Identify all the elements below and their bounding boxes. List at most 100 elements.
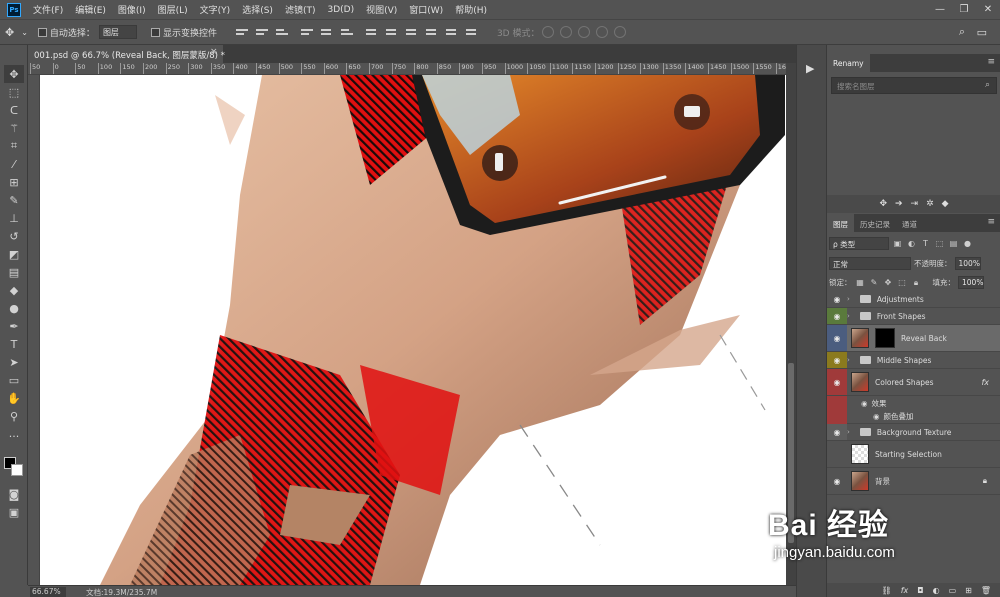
align-vcenter-icon[interactable]	[255, 26, 270, 38]
move-tool-icon[interactable]: ✥	[0, 26, 19, 39]
panel-menu-icon[interactable]: ≡	[987, 217, 995, 227]
eyedropper-tool-icon[interactable]: ⁄	[4, 155, 24, 173]
menu-select[interactable]: 选择(S)	[236, 3, 279, 16]
close-tab-icon[interactable]: ×	[210, 47, 218, 57]
layer-mask-thumbnail[interactable]	[875, 328, 895, 348]
visibility-eye-icon[interactable]: ◉	[827, 352, 847, 368]
filter-toggle-icon[interactable]: ●	[962, 238, 973, 249]
marquee-tool-icon[interactable]: ⬚	[4, 83, 24, 101]
search-icon[interactable]: ⌕	[954, 25, 970, 39]
quick-mask-icon[interactable]: ◙	[4, 485, 24, 503]
layer-row-front-shapes[interactable]: ◉ › Front Shapes	[827, 308, 1000, 325]
lasso-tool-icon[interactable]: ᑕ	[4, 101, 24, 119]
renamy-search-input[interactable]: 搜索名图层 ⌕	[831, 77, 997, 94]
brush-settings-icon[interactable]: ✥	[879, 199, 887, 209]
document-canvas[interactable]	[40, 75, 786, 585]
menu-window[interactable]: 窗口(W)	[403, 3, 449, 16]
close-icon[interactable]: ✕	[976, 0, 1000, 19]
expand-chevron-icon[interactable]: ›	[847, 356, 850, 364]
pen-tool-icon[interactable]: ✒	[4, 317, 24, 335]
blend-mode-dropdown[interactable]: 正常	[829, 257, 911, 270]
minimize-icon[interactable]: —	[928, 0, 952, 19]
layer-row-background[interactable]: ◉ 背景 🔒︎	[827, 468, 1000, 495]
chevron-down-icon[interactable]: ⌄	[19, 28, 30, 37]
expand-chevron-icon[interactable]: ›	[847, 312, 850, 320]
filter-adjust-icon[interactable]: ◐	[906, 238, 917, 249]
show-transform-checkbox[interactable]	[150, 27, 160, 37]
menu-view[interactable]: 视图(V)	[360, 3, 403, 16]
lock-brush-icon[interactable]: ✎	[869, 277, 880, 288]
settings-gear-icon[interactable]: ✲	[926, 199, 934, 209]
document-tab[interactable]: 001.psd @ 66.7% (Reveal Back, 图层蒙版/8) * …	[28, 45, 225, 63]
align-hcenter-icon[interactable]	[320, 26, 335, 38]
brush-tool-icon[interactable]: ✎	[4, 191, 24, 209]
visibility-eye-icon[interactable]: ◉	[827, 468, 847, 494]
styles-icon[interactable]: ◆	[942, 199, 949, 209]
distribute-top-icon[interactable]	[365, 26, 380, 38]
healing-brush-tool-icon[interactable]: ⊞	[4, 173, 24, 191]
menu-filter[interactable]: 滤镜(T)	[279, 3, 322, 16]
visibility-eye-icon[interactable]: ◉	[827, 369, 847, 395]
3d-rotate-icon[interactable]	[542, 26, 555, 38]
tab-renamy[interactable]: Renamy	[827, 54, 870, 72]
magic-wand-tool-icon[interactable]: ⚚	[4, 119, 24, 137]
layer-row-starting-selection[interactable]: ◉ Starting Selection	[827, 441, 1000, 468]
lock-move-icon[interactable]: ✥	[883, 277, 894, 288]
type-tool-icon[interactable]: T	[4, 335, 24, 353]
blur-tool-icon[interactable]: ◆	[4, 281, 24, 299]
3d-scale-icon[interactable]	[614, 26, 627, 38]
menu-3d[interactable]: 3D(D)	[321, 5, 360, 15]
auto-select-checkbox[interactable]	[37, 27, 47, 37]
menu-file[interactable]: 文件(F)	[27, 3, 69, 16]
zoom-tool-icon[interactable]: ⚲	[4, 407, 24, 425]
lock-artboard-icon[interactable]: ⬚	[897, 277, 908, 288]
new-layer-icon[interactable]: ⊞	[965, 586, 972, 595]
link-layers-icon[interactable]: ⛓	[882, 586, 892, 595]
layer-row-middle-shapes[interactable]: ◉ › Middle Shapes	[827, 352, 1000, 369]
visibility-eye-icon[interactable]: ◉	[827, 441, 847, 467]
align-left-icon[interactable]	[300, 26, 315, 38]
filter-pixel-icon[interactable]: ▣	[892, 238, 903, 249]
color-overlay-row[interactable]: ◉ 颜色叠加	[827, 410, 1000, 424]
search-icon[interactable]: ⌕	[985, 80, 990, 90]
distribute-vcenter-icon[interactable]	[385, 26, 400, 38]
align-bottom-icon[interactable]	[275, 26, 290, 38]
menu-help[interactable]: 帮助(H)	[449, 3, 493, 16]
filter-type-icon[interactable]: T	[920, 238, 931, 249]
play-icon[interactable]: ▶	[806, 62, 814, 75]
tab-history[interactable]: 历史记录	[854, 214, 896, 232]
adjustment-layer-icon[interactable]: ◐	[933, 586, 940, 595]
effect-eye-icon[interactable]: ◉	[861, 399, 868, 408]
distribute-left-icon[interactable]	[425, 26, 440, 38]
add-style-icon[interactable]: fx	[901, 586, 909, 595]
layer-row-colored-shapes[interactable]: ◉ Colored Shapes fx	[827, 369, 1000, 396]
3d-drag-icon[interactable]	[578, 26, 591, 38]
layer-row-adjustments[interactable]: ◉ › Adjustments	[827, 291, 1000, 308]
filter-shape-icon[interactable]: ⬚	[934, 238, 945, 249]
rectangle-tool-icon[interactable]: ▭	[4, 371, 24, 389]
expand-chevron-icon[interactable]: ›	[847, 428, 850, 436]
more-tools-icon[interactable]: ···	[4, 427, 24, 445]
visibility-eye-icon[interactable]: ◉	[827, 291, 847, 307]
clone-stamp-tool-icon[interactable]: ⊥	[4, 209, 24, 227]
distribute-hcenter-icon[interactable]	[445, 26, 460, 38]
align-right-icon[interactable]	[340, 26, 355, 38]
workspace-icon[interactable]: ▭	[972, 26, 992, 39]
lock-transparent-icon[interactable]: ▦	[855, 277, 866, 288]
fx-badge[interactable]: fx	[981, 378, 989, 387]
visibility-eye-icon[interactable]: ◉	[827, 325, 847, 351]
history-brush-tool-icon[interactable]: ↺	[4, 227, 24, 245]
effect-eye-icon[interactable]: ◉	[873, 412, 880, 421]
layer-row-reveal-back[interactable]: ◉ Reveal Back	[827, 325, 1000, 352]
path-selection-tool-icon[interactable]: ➤	[4, 353, 24, 371]
move-tool-icon[interactable]: ✥	[4, 65, 24, 83]
align-top-icon[interactable]	[235, 26, 250, 38]
distribute-bottom-icon[interactable]	[405, 26, 420, 38]
3d-roll-icon[interactable]	[560, 26, 573, 38]
visibility-eye-icon[interactable]: ◉	[827, 308, 847, 324]
document-size[interactable]: 文档:19.3M/235.7M	[86, 587, 157, 597]
zoom-level-field[interactable]: 66.67%	[30, 587, 66, 597]
gradient-tool-icon[interactable]: ▤	[4, 263, 24, 281]
menu-type[interactable]: 文字(Y)	[194, 3, 237, 16]
menu-edit[interactable]: 编辑(E)	[69, 3, 112, 16]
